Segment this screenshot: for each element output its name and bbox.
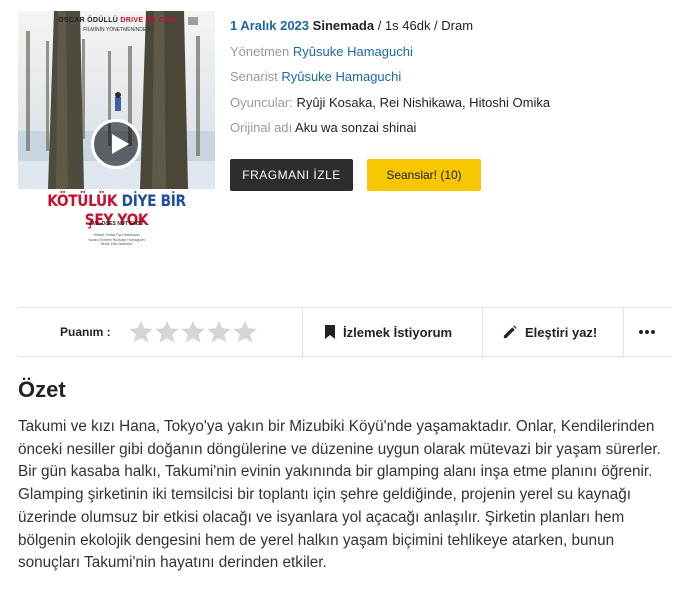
- poster-tagline: OSCAR ÖDÜLLÜ DRIVE MY CAR: [58, 17, 175, 24]
- poster-english-title: EVIL DOES NOT EXIST: [89, 221, 144, 227]
- star-icon[interactable]: [232, 319, 258, 345]
- movie-poster[interactable]: OSCAR ÖDÜLLÜ DRIVE MY CAR FİLMİNİN YÖNET…: [18, 11, 215, 286]
- cast-row: Oyuncular: Ryûji Kosaka, Rei Nishikawa, …: [230, 95, 550, 121]
- more-dots-icon: [639, 330, 655, 335]
- star-icon[interactable]: [154, 319, 180, 345]
- divider: [623, 308, 624, 358]
- director-label: Yönetmen: [230, 43, 290, 59]
- director-row: Yönetmen Ryûsuke Hamaguchi: [230, 44, 550, 70]
- original-title-row: Orijinal adı Aku wa sonzai shinai: [230, 120, 550, 146]
- rating-label: Puanım :: [60, 325, 111, 339]
- original-title: Aku wa sonzai shinai: [295, 120, 417, 135]
- sessions-button[interactable]: Seanslar! (10): [367, 159, 481, 191]
- director-link[interactable]: Ryûsuke Hamaguchi: [293, 44, 413, 59]
- divider: [302, 308, 303, 358]
- star-icon[interactable]: [206, 319, 232, 345]
- star-icon[interactable]: [128, 319, 154, 345]
- watchlist-button[interactable]: İzlemek İstiyorum: [325, 308, 452, 358]
- action-bar: Puanım : İzlemek İstiyorum Eleştiri yaz!: [18, 307, 672, 358]
- movie-info: 1 Aralık 2023 Sinemada / 1s 46dk / Dram …: [230, 18, 550, 146]
- writer-label: Senarist: [230, 69, 278, 84]
- release-status: Sinemada: [312, 18, 375, 33]
- poster-subtitle: FİLMİNİN YÖNETMENİNDEN: [83, 27, 150, 33]
- write-review-label: Eleştiri yaz!: [525, 325, 598, 340]
- divider: [482, 308, 483, 358]
- cast-label: Oyuncular:: [230, 94, 293, 110]
- watchlist-label: İzlemek İstiyorum: [343, 325, 453, 340]
- original-title-label: Orijinal adı: [230, 120, 293, 135]
- watch-trailer-button[interactable]: FRAGMANI İZLE: [230, 159, 353, 191]
- pencil-icon: [503, 325, 517, 338]
- writer-link[interactable]: Ryûsuke Hamaguchi: [281, 69, 401, 84]
- poster-credits: Hitoshi Omika Ryo Nishikawa Yazan-Yönete…: [87, 233, 146, 246]
- more-options-button[interactable]: [638, 308, 664, 358]
- rating-stars[interactable]: [128, 319, 258, 347]
- release-date[interactable]: 1 Aralık 2023: [230, 18, 309, 33]
- writer-row: Senarist Ryûsuke Hamaguchi: [230, 69, 550, 95]
- summary-heading: Özet: [18, 377, 66, 402]
- play-icon[interactable]: [91, 119, 141, 169]
- bookmark-icon: [325, 325, 335, 340]
- write-review-button[interactable]: Eleştiri yaz!: [502, 308, 597, 358]
- release-row: 1 Aralık 2023 Sinemada / 1s 46dk / Dram: [230, 18, 550, 44]
- movie-meta: / 1s 46dk / Dram: [374, 18, 474, 33]
- cast-list: Ryûji Kosaka, Rei Nishikawa, Hitoshi Omi…: [296, 94, 551, 110]
- summary-text: Takumi ve kızı Hana, Tokyo'ya yakın bir …: [18, 418, 661, 572]
- star-icon[interactable]: [180, 319, 206, 345]
